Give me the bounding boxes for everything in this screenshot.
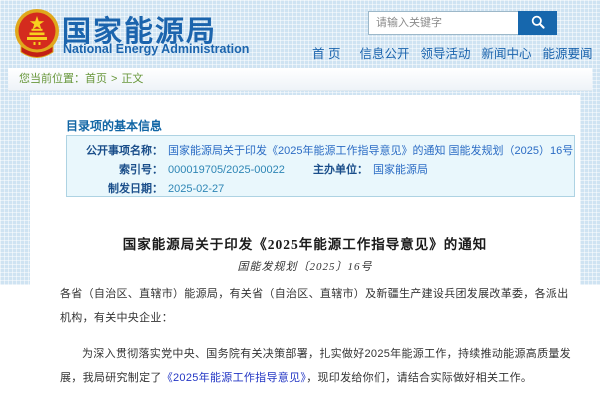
site-header: 国家能源局 National Energy Administration 首 页…	[0, 0, 600, 68]
breadcrumb-home-link[interactable]: 首页	[85, 73, 107, 85]
table-row: 公开事项名称： 国家能源局关于印发《2025年能源工作指导意见》的通知 国能发规…	[67, 142, 574, 161]
catalog-org-label: 主办单位：	[313, 164, 368, 176]
document-paragraph: 为深入贯彻落实党中央、国务院有关决策部署，扎实做好2025年能源工作，持续推动能…	[60, 342, 577, 390]
breadcrumb-current: 正文	[121, 73, 144, 85]
catalog-date-value: 2025-02-27	[168, 183, 225, 195]
guidance-opinion-link[interactable]: 《2025年能源工作指导意见》	[162, 372, 306, 384]
breadcrumb: 您当前位置：首页 > 正文	[8, 68, 592, 91]
catalog-info-table: 公开事项名称： 国家能源局关于印发《2025年能源工作指导意见》的通知 国能发规…	[66, 135, 575, 197]
catalog-section-title: 目录项的基本信息	[66, 119, 163, 133]
nav-item-news-center[interactable]: 新闻中心	[482, 43, 532, 62]
search-button[interactable]	[518, 11, 557, 35]
document-number: 国能发规划〔2025〕16号	[237, 261, 373, 273]
search-icon	[530, 14, 546, 33]
breadcrumb-separator: >	[111, 73, 118, 85]
catalog-name-label: 公开事项名称：	[86, 145, 163, 157]
catalog-index-label: 索引号：	[119, 164, 163, 176]
document-title: 国家能源局关于印发《2025年能源工作指导意见》的通知	[122, 237, 488, 252]
catalog-org-value: 国家能源局	[373, 164, 428, 176]
nav-item-home[interactable]: 首 页	[312, 43, 340, 62]
nav-item-leader-activities[interactable]: 领导活动	[421, 43, 471, 62]
breadcrumb-prefix: 您当前位置：	[19, 73, 85, 85]
paragraph-text: ，现印发给你们，请结合实际做好相关工作。	[306, 372, 533, 384]
table-row: 制发日期： 2025-02-27	[67, 180, 574, 199]
main-nav: 首 页 信息公开 领导活动 新闻中心 能源要闻 在线办事	[312, 43, 600, 62]
catalog-date-label: 制发日期：	[108, 183, 163, 195]
nav-item-energy-news[interactable]: 能源要闻	[543, 43, 593, 62]
search-input[interactable]	[368, 11, 518, 35]
document-salutation: 各省（自治区、直辖市）能源局，有关省（自治区、直辖市）及新疆生产建设兵团发展改革…	[60, 288, 569, 324]
nav-item-info-disclosure[interactable]: 信息公开	[359, 43, 409, 62]
site-subtitle-en: National Energy Administration	[63, 42, 250, 56]
content-card: 目录项的基本信息 公开事项名称： 国家能源局关于印发《2025年能源工作指导意见…	[30, 95, 580, 400]
table-row: 索引号： 000019705/2025-00022 主办单位： 国家能源局	[67, 161, 574, 180]
document-body: 各省（自治区、直辖市）能源局，有关省（自治区、直辖市）及新疆生产建设兵团发展改革…	[60, 282, 577, 390]
search-bar	[368, 11, 557, 35]
catalog-index-value: 000019705/2025-00022	[168, 164, 285, 176]
national-emblem-icon	[13, 6, 61, 60]
catalog-name-value: 国家能源局关于印发《2025年能源工作指导意见》的通知 国能发规划（2025）1…	[168, 145, 574, 157]
